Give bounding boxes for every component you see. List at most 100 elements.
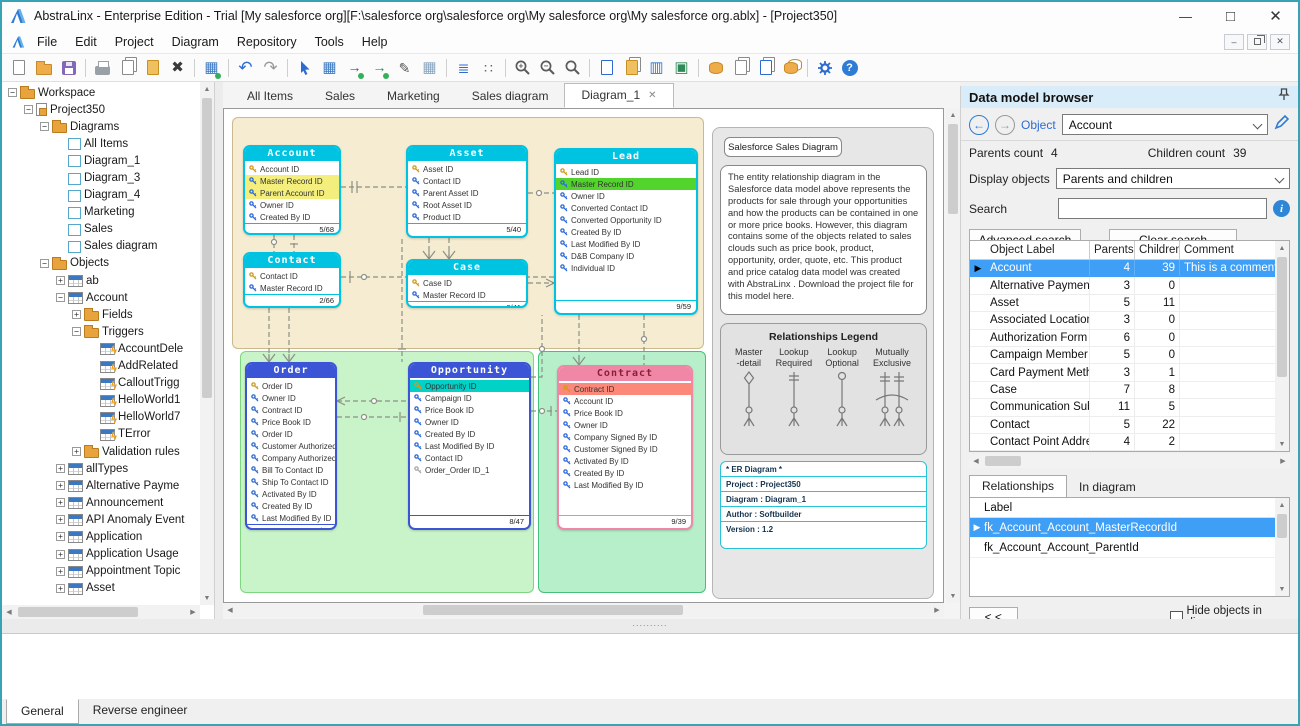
expand-icon[interactable]: + (56, 567, 65, 576)
toolbar-undo-button[interactable]: ↶ (233, 56, 258, 80)
entity-field[interactable]: Last Modified By ID (247, 512, 335, 524)
entity-order[interactable]: OrderOrder IDOwner IDContract IDPrice Bo… (245, 362, 337, 530)
entity-field[interactable]: Created By ID (559, 467, 691, 479)
toolbar-redo-button[interactable]: ↷ (258, 56, 283, 80)
mdi-minimize-button[interactable]: – (1224, 34, 1244, 50)
entity-opportunity[interactable]: OpportunityOpportunity IDCampaign IDPric… (408, 362, 531, 530)
scroll-down-icon[interactable]: ▼ (200, 591, 214, 605)
entity-field[interactable]: Master Record ID (408, 289, 526, 301)
menu-project[interactable]: Project (106, 32, 163, 52)
tree-item-announcement[interactable]: +Announcement (2, 494, 200, 511)
table-row[interactable]: Contact Point Addres42 (970, 434, 1275, 451)
toolbar-paste-button[interactable] (140, 56, 165, 80)
entity-field[interactable]: Customer Signed By ID (559, 443, 691, 455)
object-combo[interactable]: Account (1062, 114, 1268, 135)
mdi-restore-button[interactable] (1247, 34, 1267, 50)
list-vertical-scrollbar[interactable]: ▲ ▼ (1275, 498, 1289, 596)
er-diagram-info-box[interactable]: * ER Diagram *Project : Project350Diagra… (720, 461, 927, 549)
left-splitter[interactable] (215, 82, 223, 619)
entity-field[interactable]: Price Book ID (247, 416, 335, 428)
tab-diagram-1[interactable]: Diagram_1✕ (564, 83, 673, 108)
entity-field[interactable]: Root Asset ID (408, 199, 526, 211)
minimize-button[interactable]: — (1163, 2, 1208, 30)
scroll-down-icon[interactable]: ▼ (1275, 437, 1289, 451)
entity-field[interactable]: Created By ID (245, 211, 339, 223)
relationship-row[interactable]: ▶fk_Account_Account_MasterRecordId (970, 518, 1275, 538)
relationship-row[interactable]: fk_Account_Account_ParentId (970, 538, 1275, 558)
horizontal-splitter[interactable]: .......... (2, 619, 1298, 633)
toolbar-copy-button[interactable] (115, 56, 140, 80)
table-row[interactable]: Communication Subs115 (970, 399, 1275, 416)
menu-file[interactable]: File (28, 32, 66, 52)
tree-item-helloworld1[interactable]: HelloWorld1 (2, 392, 200, 409)
tree-item-application-usage[interactable]: +Application Usage (2, 546, 200, 563)
toolbar-fit-tool-button[interactable]: ∷ (476, 56, 501, 80)
scroll-up-icon[interactable]: ▲ (1275, 498, 1289, 512)
toolbar-zoom-in-button[interactable]: + (510, 56, 535, 80)
entity-field[interactable]: Bill To Contact ID (247, 464, 335, 476)
collapse-icon[interactable]: − (56, 293, 65, 302)
entity-field[interactable]: Last Modified By ID (556, 238, 696, 250)
table-row[interactable]: Authorization Form C60 (970, 330, 1275, 347)
tree-item-workspace[interactable]: −Workspace (2, 84, 200, 101)
tree-item-triggers[interactable]: −Triggers (2, 323, 200, 340)
table-row[interactable]: Card Payment Metho31 (970, 364, 1275, 381)
entity-field[interactable]: Owner ID (247, 392, 335, 404)
column-header[interactable]: Children (1135, 241, 1180, 259)
tree-horizontal-scrollbar[interactable]: ◀ ▶ (2, 605, 200, 619)
toolbar-copy-object-button[interactable] (728, 56, 753, 80)
toolbar-align-tool-button[interactable]: ≣ (451, 56, 476, 80)
entity-field[interactable]: Campaign ID (410, 392, 529, 404)
note-body[interactable]: The entity relationship diagram in the S… (720, 165, 927, 315)
entity-field[interactable]: Company Authorized B (247, 452, 335, 464)
tree-item-validation-rules[interactable]: +Validation rules (2, 443, 200, 460)
tree-item-appointment-topic[interactable]: +Appointment Topic (2, 563, 200, 580)
tree-item-diagram-4[interactable]: Diagram_4 (2, 187, 200, 204)
toolbar-report-view-button[interactable] (594, 56, 619, 80)
tab-sales-diagram[interactable]: Sales diagram (456, 85, 565, 108)
entity-field[interactable]: Contact ID (408, 175, 526, 187)
entity-field[interactable]: Converted Opportunity ID (556, 214, 696, 226)
tree-item-terror[interactable]: TError (2, 426, 200, 443)
entity-field[interactable]: Activated By ID (247, 488, 335, 500)
toolbar-columns-view-button[interactable]: ▥ (644, 56, 669, 80)
entity-field[interactable]: Asset ID (408, 163, 526, 175)
tree-item-api-anomaly-event[interactable]: +API Anomaly Event (2, 511, 200, 528)
scroll-up-icon[interactable]: ▲ (200, 82, 214, 96)
entity-contact[interactable]: ContactContact IDMaster Record ID2/66 (243, 252, 341, 308)
tree-item-objects[interactable]: −Objects (2, 255, 200, 272)
pin-icon[interactable] (1278, 88, 1290, 106)
expand-icon[interactable]: + (72, 310, 81, 319)
toolbar-relationship-tool-button[interactable]: → (342, 56, 367, 80)
tree-item-account[interactable]: −Account (2, 289, 200, 306)
scroll-right-icon[interactable]: ▶ (930, 603, 944, 617)
toolbar-help-button[interactable]: ? (837, 56, 862, 80)
tree-item-fields[interactable]: +Fields (2, 306, 200, 323)
column-header[interactable]: Comment (1180, 241, 1275, 259)
tab-in-diagram[interactable]: In diagram (1067, 477, 1148, 498)
column-header[interactable]: Parents (1090, 241, 1135, 259)
back-button[interactable]: ← (969, 115, 989, 135)
table-row[interactable]: Alternative Payment30 (970, 277, 1275, 294)
entity-asset[interactable]: AssetAsset IDContact IDParent Asset IDRo… (406, 145, 528, 238)
expand-icon[interactable]: + (72, 447, 81, 456)
column-header[interactable]: Object Label (986, 241, 1090, 259)
relationships-legend[interactable]: Relationships Legend Master-detailLookup… (720, 323, 927, 455)
entity-field[interactable]: Contact ID (245, 270, 339, 282)
tab-sales[interactable]: Sales (309, 85, 371, 108)
expand-icon[interactable]: + (56, 515, 65, 524)
toolbar-layout-grid-button[interactable]: ▦ (417, 56, 442, 80)
tree-item-alternative-payme[interactable]: +Alternative Payme (2, 477, 200, 494)
tree-item-ab[interactable]: +ab (2, 272, 200, 289)
maximize-button[interactable]: □ (1208, 2, 1253, 30)
scroll-left-icon[interactable]: ◀ (223, 603, 237, 617)
canvas-vertical-scrollbar[interactable]: ▲ ▼ (946, 108, 960, 603)
expand-icon[interactable]: + (56, 532, 65, 541)
table-vertical-scrollbar[interactable]: ▲ ▼ (1275, 241, 1289, 451)
toolbar-lookup-tool-button[interactable]: → (367, 56, 392, 80)
menu-tools[interactable]: Tools (306, 32, 353, 52)
toolbar-compare-db-button[interactable] (778, 56, 803, 80)
toolbar-export-object-button[interactable] (753, 56, 778, 80)
entity-field[interactable]: Owner ID (559, 419, 691, 431)
entity-field[interactable]: Account ID (245, 163, 339, 175)
